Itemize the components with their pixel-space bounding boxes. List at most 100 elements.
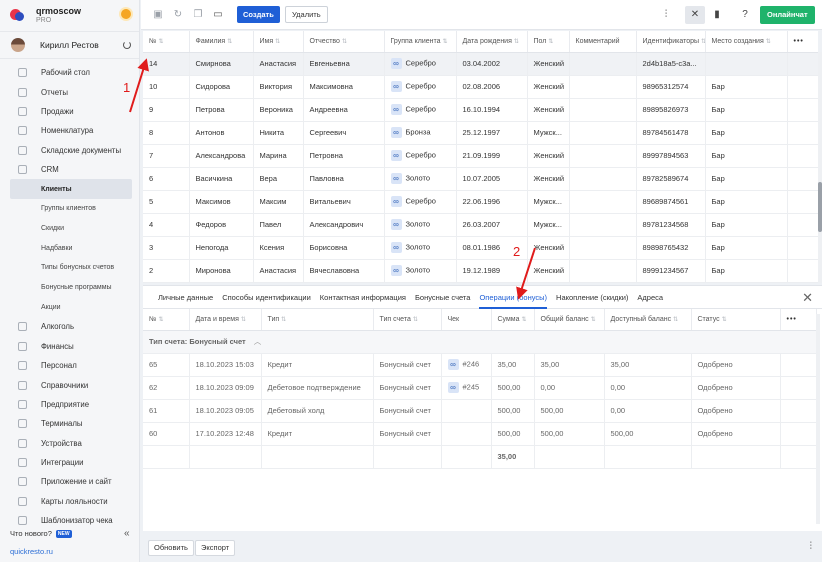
column-header[interactable]: Сумма ⇅	[491, 309, 535, 331]
sidebar-item-12[interactable]: Акции	[0, 297, 139, 317]
sidebar-item-20[interactable]: Интеграции	[0, 453, 139, 472]
sidebar-item-8[interactable]: Скидки	[0, 219, 139, 239]
link-icon[interactable]: ∞	[390, 219, 402, 230]
sidebar-item-11[interactable]: Бонусные программы	[0, 278, 139, 298]
export-button[interactable]: Экспорт	[195, 540, 236, 556]
user-profile[interactable]: Кирилл Рестов	[0, 31, 139, 59]
whats-new-link[interactable]: Что нового? NEW	[10, 529, 72, 538]
column-header[interactable]: Идентификаторы⇅	[636, 31, 706, 53]
column-header[interactable]: Чек	[441, 309, 492, 331]
panel-scrollbar[interactable]	[816, 314, 820, 524]
sort-icon[interactable]: ⇅	[275, 39, 280, 45]
help-icon[interactable]: ?	[740, 10, 750, 20]
column-header[interactable]: Пол ⇅	[527, 31, 570, 53]
column-header[interactable]: Доступный баланс ⇅	[604, 309, 692, 331]
table-row[interactable]: 5 Максимов Максим Витальевич ∞ Серебро 22.06.1…	[143, 190, 818, 214]
sort-icon[interactable]: ⇅	[241, 317, 246, 323]
tab-6[interactable]: Адреса	[637, 286, 663, 309]
sidebar-item-4[interactable]: Складские документы	[0, 141, 139, 160]
table-row[interactable]: 8 Антонов Никита Сергеевич ∞ Бронза 25.12.1997…	[143, 121, 818, 145]
link-icon[interactable]: ∞	[447, 359, 459, 370]
link-icon[interactable]: ∞	[390, 104, 402, 115]
link-icon[interactable]: ∞	[390, 265, 402, 276]
table-row[interactable]: 9 Петрова Вероника Андреевна ∞ Серебро 16.10.1…	[143, 98, 818, 122]
tab-3[interactable]: Бонусные счета	[415, 286, 470, 309]
sort-icon[interactable]: ⇅	[159, 317, 164, 323]
link-icon[interactable]: ∞	[390, 81, 402, 92]
column-header[interactable]: № ⇅	[143, 31, 190, 53]
sidebar-item-23[interactable]: Шаблонизатор чека	[0, 511, 139, 530]
table-row[interactable]: 4 Федоров Павел Александрович ∞ Золото 26.03.2…	[143, 213, 818, 237]
sidebar-item-22[interactable]: Карты лояльности	[0, 492, 139, 511]
table-row[interactable]: 65 18.10.2023 15:03 Кредит Бонусный счет ∞ #2…	[143, 353, 817, 377]
trash-icon[interactable]: ▮	[712, 10, 722, 20]
column-header[interactable]: Дата рождения ⇅	[456, 31, 528, 53]
brand[interactable]: qrmoscow PRO	[0, 0, 139, 30]
sidebar-item-19[interactable]: Устройства	[0, 434, 139, 453]
table-row[interactable]: 10 Сидорова Виктория Максимовна ∞ Серебро 02.0…	[143, 75, 818, 99]
sort-icon[interactable]: ⇅	[701, 39, 704, 45]
sort-icon[interactable]: ⇅	[413, 317, 418, 323]
link-icon[interactable]: ∞	[390, 242, 402, 253]
more-columns-button[interactable]: •••	[787, 31, 818, 53]
column-header[interactable]: Фамилия ⇅	[189, 31, 254, 53]
sort-icon[interactable]: ⇅	[342, 39, 347, 45]
sort-icon[interactable]: ⇅	[281, 317, 286, 323]
table-row[interactable]: 7 Александрова Марина Петровна ∞ Серебро 21.09…	[143, 144, 818, 168]
preview-icon[interactable]: ▭	[213, 10, 223, 20]
table-row[interactable]: 14 Смирнова Анастасия Евгеньевна ∞ Серебро 03.…	[143, 52, 818, 76]
table-row[interactable]: 2 Миронова Анастасия Вячеславовна ∞ Золото 19.…	[143, 259, 818, 283]
sort-icon[interactable]: ⇅	[443, 39, 448, 45]
sort-icon[interactable]: ⇅	[722, 317, 727, 323]
sidebar-item-21[interactable]: Приложение и сайт	[0, 472, 139, 491]
column-header[interactable]: Отчество ⇅	[303, 31, 385, 53]
table-row[interactable]: 61 18.10.2023 09:05 Дебетовый холд Бонусный…	[143, 399, 817, 423]
refresh-icon[interactable]: ↻	[173, 10, 183, 20]
online-chat-button[interactable]: Онлайнчат	[760, 6, 815, 24]
column-header[interactable]: Комментарий	[569, 31, 637, 53]
logout-icon[interactable]	[123, 41, 131, 49]
sort-icon[interactable]: ⇅	[673, 317, 678, 323]
theme-toggle-icon[interactable]	[121, 9, 131, 19]
tab-0[interactable]: Личные данные	[158, 286, 213, 309]
sidebar-item-15[interactable]: Персонал	[0, 356, 139, 375]
tab-4[interactable]: Операции (бонусы)	[479, 286, 548, 309]
link-icon[interactable]: ∞	[390, 196, 402, 207]
sidebar-item-7[interactable]: Группы клиентов	[0, 199, 139, 219]
link-icon[interactable]: ∞	[390, 173, 402, 184]
column-header[interactable]: Имя ⇅	[253, 31, 304, 53]
link-icon[interactable]: ∞	[447, 382, 459, 393]
create-button[interactable]: Создать	[237, 6, 280, 23]
close-panel-icon[interactable]: ✕	[802, 290, 813, 306]
site-link[interactable]: quickresto.ru	[10, 547, 53, 556]
sort-icon[interactable]: ⇅	[522, 317, 527, 323]
copy-icon[interactable]: ❐	[193, 10, 203, 20]
link-icon[interactable]: ∞	[390, 127, 402, 138]
table-row[interactable]: 6 Васичкина Вера Павловна ∞ Золото 10.07.2005 Ж…	[143, 167, 818, 191]
column-header[interactable]: № ⇅	[143, 309, 190, 331]
link-icon[interactable]: ∞	[390, 150, 402, 161]
sort-icon[interactable]: ⇅	[766, 39, 771, 45]
table-row[interactable]: 60 17.10.2023 12:48 Кредит Бонусный счет 500…	[143, 422, 817, 446]
sidebar-item-2[interactable]: Продажи	[0, 102, 139, 121]
save-icon[interactable]: ▣	[153, 10, 163, 20]
link-icon[interactable]: ∞	[390, 58, 402, 69]
sliders-icon[interactable]: ⫶	[810, 541, 813, 552]
sidebar-item-18[interactable]: Терминалы	[0, 414, 139, 433]
scrollbar-thumb[interactable]	[818, 182, 822, 232]
sidebar-item-10[interactable]: Типы бонусных счетов	[0, 258, 139, 278]
sort-icon[interactable]: ⇅	[159, 39, 164, 45]
table-scrollbar[interactable]	[818, 52, 822, 283]
tab-2[interactable]: Контактная информация	[320, 286, 406, 309]
sidebar-item-3[interactable]: Номенклатура	[0, 121, 139, 140]
tab-5[interactable]: Накопление (скидки)	[556, 286, 628, 309]
sort-icon[interactable]: ⇅	[227, 39, 232, 45]
sidebar-item-0[interactable]: Рабочий стол	[0, 63, 139, 82]
table-row[interactable]: 62 18.10.2023 09:09 Дебетовое подтверждени…	[143, 376, 817, 400]
column-header[interactable]: Место создания ⇅	[705, 31, 788, 53]
sidebar-item-16[interactable]: Справочники	[0, 375, 139, 394]
column-settings-icon[interactable]: ⫶	[661, 10, 671, 20]
sidebar-item-9[interactable]: Надбавки	[0, 238, 139, 258]
chevron-up-icon[interactable]: ︿	[254, 337, 262, 346]
collapse-sidebar-icon[interactable]: «	[124, 528, 130, 539]
